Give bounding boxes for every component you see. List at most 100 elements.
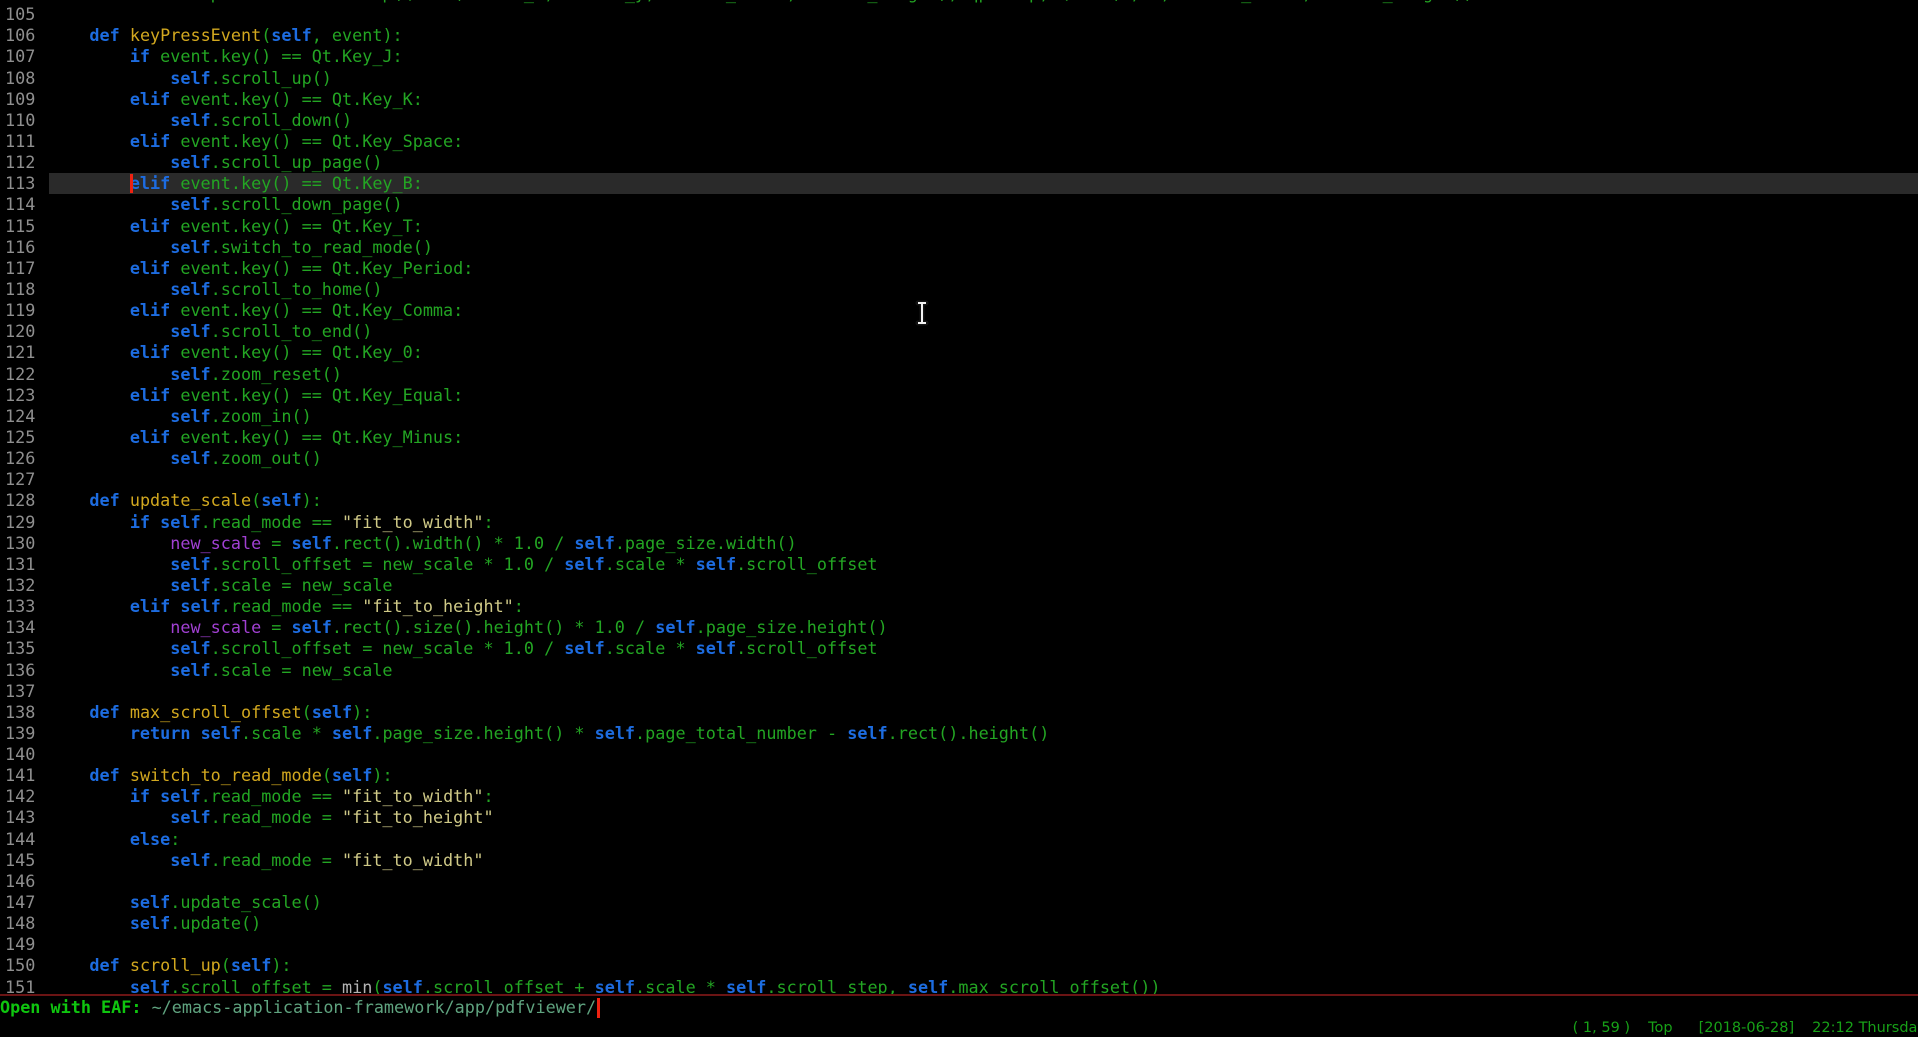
code-line[interactable]: 105 bbox=[0, 4, 1918, 25]
code-line[interactable]: 110 self.scroll_down() bbox=[0, 110, 1918, 131]
line-number: 119 bbox=[0, 300, 49, 321]
code-text bbox=[49, 934, 1918, 955]
cursor-position: ( 1, 59 ) bbox=[1573, 1020, 1630, 1036]
line-number: 117 bbox=[0, 258, 49, 279]
code-line[interactable]: 146 bbox=[0, 871, 1918, 892]
line-number: 112 bbox=[0, 152, 49, 173]
line-number: 145 bbox=[0, 850, 49, 871]
line-number: 143 bbox=[0, 807, 49, 828]
code-text: self.read_mode = "fit_to_width" bbox=[49, 850, 1918, 871]
line-number: 140 bbox=[0, 744, 49, 765]
code-line[interactable]: 125 elif event.key() == Qt.Key_Minus: bbox=[0, 427, 1918, 448]
line-number: 106 bbox=[0, 25, 49, 46]
code-line[interactable]: 135 self.scroll_offset = new_scale * 1.0… bbox=[0, 638, 1918, 659]
code-text: self.scroll_offset = new_scale * 1.0 / s… bbox=[49, 554, 1918, 575]
line-number: 144 bbox=[0, 829, 49, 850]
code-line[interactable]: 119 elif event.key() == Qt.Key_Comma: bbox=[0, 300, 1918, 321]
code-line[interactable]: 129 if self.read_mode == "fit_to_width": bbox=[0, 512, 1918, 533]
code-text: def update_scale(self): bbox=[49, 490, 1918, 511]
code-text: self.scroll_to_home() bbox=[49, 279, 1918, 300]
code-text: elif event.key() == Qt.Key_T: bbox=[49, 216, 1918, 237]
code-line[interactable]: 124 self.zoom_in() bbox=[0, 406, 1918, 427]
code-line[interactable]: 137 bbox=[0, 681, 1918, 702]
code-text: self.scroll_up() bbox=[49, 68, 1918, 89]
code-text: new_scale = self.rect().size().height() … bbox=[49, 617, 1918, 638]
code-buffer[interactable]: painter.drawPixmap(QRect(render_x, rende… bbox=[0, 0, 1918, 994]
code-line[interactable]: 109 elif event.key() == Qt.Key_K: bbox=[0, 89, 1918, 110]
line-number: 114 bbox=[0, 194, 49, 215]
code-line[interactable]: 123 elif event.key() == Qt.Key_Equal: bbox=[0, 385, 1918, 406]
code-line[interactable]: 121 elif event.key() == Qt.Key_0: bbox=[0, 342, 1918, 363]
code-text: self.update_scale() bbox=[49, 892, 1918, 913]
line-number: 107 bbox=[0, 46, 49, 67]
code-line[interactable]: 122 self.zoom_reset() bbox=[0, 364, 1918, 385]
line-number: 136 bbox=[0, 660, 49, 681]
code-line[interactable]: 143 self.read_mode = "fit_to_height" bbox=[0, 807, 1918, 828]
code-line[interactable]: 116 self.switch_to_read_mode() bbox=[0, 237, 1918, 258]
code-text: if event.key() == Qt.Key_J: bbox=[49, 46, 1918, 67]
code-line[interactable]: 130 new_scale = self.rect().width() * 1.… bbox=[0, 533, 1918, 554]
line-number: 110 bbox=[0, 110, 49, 131]
line-number: 126 bbox=[0, 448, 49, 469]
code-text: self.scroll_up_page() bbox=[49, 152, 1918, 173]
code-line[interactable]: 149 bbox=[0, 934, 1918, 955]
code-line[interactable]: 112 self.scroll_up_page() bbox=[0, 152, 1918, 173]
code-line[interactable]: 132 self.scale = new_scale bbox=[0, 575, 1918, 596]
code-line[interactable]: 120 self.scroll_to_end() bbox=[0, 321, 1918, 342]
code-text: self.scroll_to_end() bbox=[49, 321, 1918, 342]
code-text: elif event.key() == Qt.Key_Period: bbox=[49, 258, 1918, 279]
status-tray: ( 1, 59 )Top[2018-06-28]22:12 Thursday bbox=[1573, 1020, 1918, 1036]
code-line[interactable]: 139 return self.scale * self.page_size.h… bbox=[0, 723, 1918, 744]
code-text: elif event.key() == Qt.Key_Comma: bbox=[49, 300, 1918, 321]
line-number: 115 bbox=[0, 216, 49, 237]
code-line[interactable]: 111 elif event.key() == Qt.Key_Space: bbox=[0, 131, 1918, 152]
code-text: if self.read_mode == "fit_to_width": bbox=[49, 512, 1918, 533]
code-text: self.scroll_offset = min(self.scroll_off… bbox=[49, 977, 1918, 994]
code-line[interactable]: 108 self.scroll_up() bbox=[0, 68, 1918, 89]
code-line[interactable]: 107 if event.key() == Qt.Key_J: bbox=[0, 46, 1918, 67]
code-line[interactable]: 141 def switch_to_read_mode(self): bbox=[0, 765, 1918, 786]
code-line[interactable]: 127 bbox=[0, 469, 1918, 490]
code-text: if self.read_mode == "fit_to_width": bbox=[49, 786, 1918, 807]
text-cursor bbox=[130, 174, 133, 193]
code-line[interactable]: 128 def update_scale(self): bbox=[0, 490, 1918, 511]
code-line[interactable]: 142 if self.read_mode == "fit_to_width": bbox=[0, 786, 1918, 807]
tray-day: Thursday bbox=[1859, 1020, 1918, 1036]
line-number: 118 bbox=[0, 279, 49, 300]
line-number: 127 bbox=[0, 469, 49, 490]
line-number: 148 bbox=[0, 913, 49, 934]
code-line[interactable]: 144 else: bbox=[0, 829, 1918, 850]
minibuffer-input[interactable]: ~/emacs-application-framework/app/pdfvie… bbox=[152, 997, 597, 1017]
code-text: elif event.key() == Qt.Key_Equal: bbox=[49, 385, 1918, 406]
code-line[interactable]: 140 bbox=[0, 744, 1918, 765]
code-line[interactable]: 136 self.scale = new_scale bbox=[0, 660, 1918, 681]
code-text: new_scale = self.rect().width() * 1.0 / … bbox=[49, 533, 1918, 554]
code-line[interactable]: 138 def max_scroll_offset(self): bbox=[0, 702, 1918, 723]
code-text: self.switch_to_read_mode() bbox=[49, 237, 1918, 258]
line-number: 132 bbox=[0, 575, 49, 596]
code-line[interactable]: 150 def scroll_up(self): bbox=[0, 955, 1918, 976]
code-text bbox=[49, 4, 1918, 25]
code-text: self.scroll_offset = new_scale * 1.0 / s… bbox=[49, 638, 1918, 659]
minibuffer[interactable]: Open with EAF: ~/emacs-application-frame… bbox=[0, 996, 1918, 1018]
code-line[interactable]: 145 self.read_mode = "fit_to_width" bbox=[0, 850, 1918, 871]
code-line[interactable]: 106 def keyPressEvent(self, event): bbox=[0, 25, 1918, 46]
code-line[interactable]: 117 elif event.key() == Qt.Key_Period: bbox=[0, 258, 1918, 279]
code-line[interactable]: 126 self.zoom_out() bbox=[0, 448, 1918, 469]
code-line[interactable]: 133 elif self.read_mode == "fit_to_heigh… bbox=[0, 596, 1918, 617]
code-line[interactable]: 134 new_scale = self.rect().size().heigh… bbox=[0, 617, 1918, 638]
line-number: 131 bbox=[0, 554, 49, 575]
code-line[interactable]: 115 elif event.key() == Qt.Key_T: bbox=[0, 216, 1918, 237]
code-line[interactable]: 147 self.update_scale() bbox=[0, 892, 1918, 913]
code-line[interactable]: 151 self.scroll_offset = min(self.scroll… bbox=[0, 977, 1918, 994]
minibuffer-prompt: Open with EAF: bbox=[0, 997, 152, 1017]
code-line[interactable]: 148 self.update() bbox=[0, 913, 1918, 934]
code-line[interactable]: 131 self.scroll_offset = new_scale * 1.0… bbox=[0, 554, 1918, 575]
emacs-frame: { "editor": { "current_line": "113", "cu… bbox=[0, 0, 1918, 1037]
code-line[interactable]: 118 self.scroll_to_home() bbox=[0, 279, 1918, 300]
code-line[interactable]: 113 elif event.key() == Qt.Key_B: bbox=[0, 173, 1918, 194]
minibuffer-cursor bbox=[597, 998, 600, 1018]
code-line[interactable]: 114 self.scroll_down_page() bbox=[0, 194, 1918, 215]
code-text: self.scroll_down_page() bbox=[49, 194, 1918, 215]
line-number: 134 bbox=[0, 617, 49, 638]
